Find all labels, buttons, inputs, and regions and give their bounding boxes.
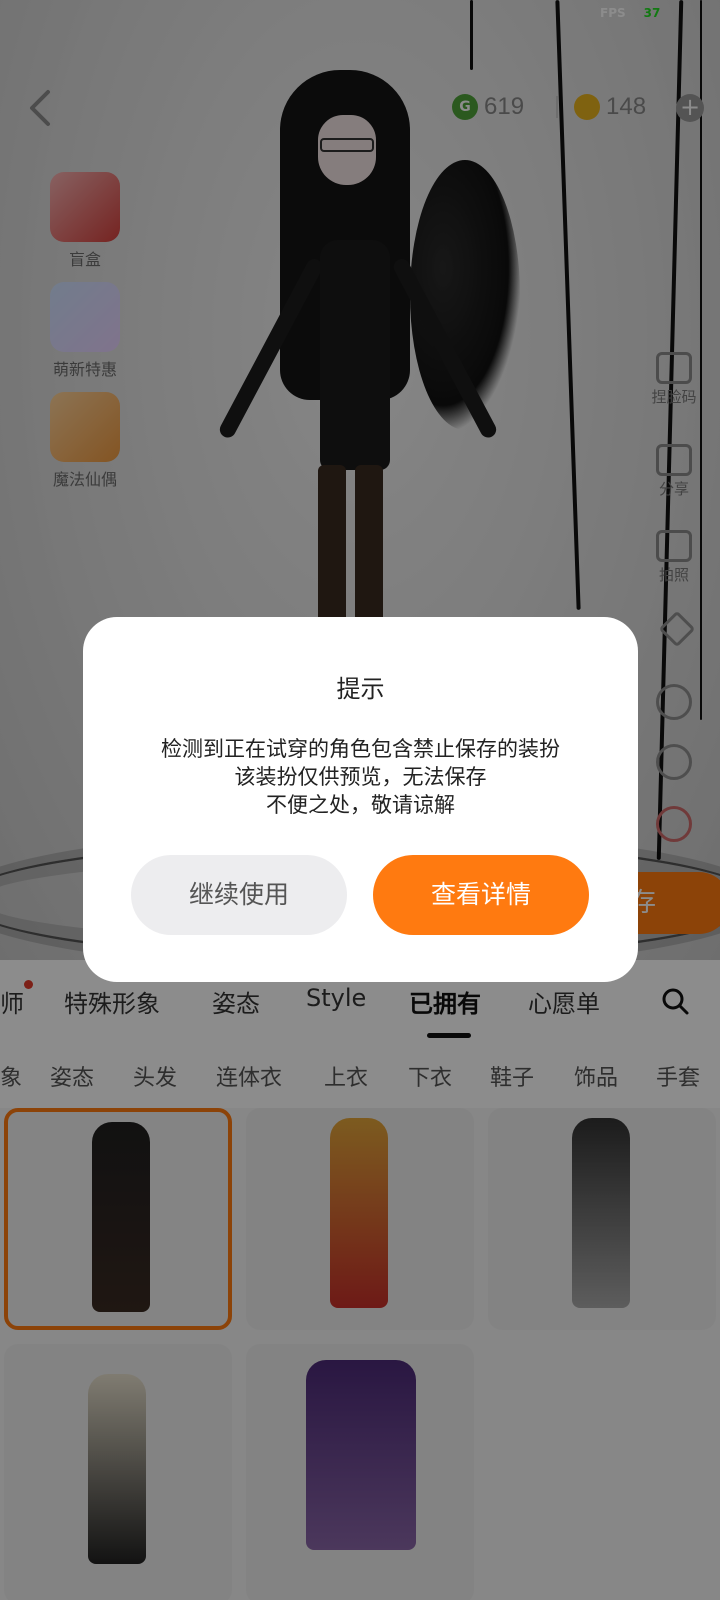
dialog-message: 检测到正在试穿的角色包含禁止保存的装扮 该装扮仅供预览，无法保存 不便之处，敬请…: [83, 735, 638, 819]
view-details-button[interactable]: 查看详情: [373, 855, 589, 935]
dialog-message-line: 检测到正在试穿的角色包含禁止保存的装扮: [161, 737, 560, 761]
dialog-title: 提示: [336, 675, 385, 703]
save-blocked-dialog: 提示 检测到正在试穿的角色包含禁止保存的装扮 该装扮仅供预览，无法保存 不便之处…: [83, 617, 638, 982]
continue-using-button[interactable]: 继续使用: [131, 855, 347, 935]
dialog-message-line: 不便之处，敬请谅解: [266, 793, 455, 817]
dialog-message-line: 该装扮仅供预览，无法保存: [234, 765, 487, 789]
